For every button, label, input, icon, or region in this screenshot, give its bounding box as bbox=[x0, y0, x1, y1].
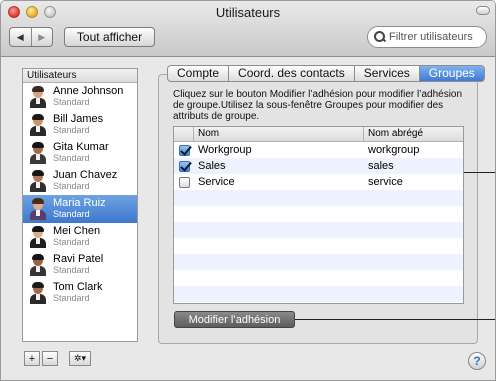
user-role: Standard bbox=[53, 237, 90, 247]
search-input[interactable] bbox=[389, 31, 485, 43]
tab-coord-des-contacts[interactable]: Coord. des contacts bbox=[229, 66, 355, 81]
checkbox-column-header bbox=[174, 127, 194, 141]
membership-checkbox[interactable] bbox=[178, 144, 190, 156]
user-name: Maria Ruiz bbox=[53, 197, 106, 209]
user-list-item[interactable]: Bill James Standard bbox=[23, 111, 137, 139]
groups-table: Nom Nom abrégé Workgroup workgroup Sales sa… bbox=[173, 126, 464, 304]
group-name: Service bbox=[198, 176, 235, 188]
table-row[interactable]: Sales sales bbox=[174, 158, 463, 174]
tab-bar: Compte Coord. des contacts Services Groupes bbox=[167, 65, 485, 82]
short-name-column-header[interactable]: Nom abrégé bbox=[364, 127, 463, 141]
search-icon bbox=[374, 31, 386, 43]
user-list-item[interactable]: Ravi Patel Standard bbox=[23, 251, 137, 279]
user-role: Standard bbox=[53, 209, 90, 219]
table-row bbox=[174, 238, 463, 254]
group-short-name: service bbox=[368, 176, 403, 188]
title-bar: Utilisateurs ◀ ▶ Tout afficher bbox=[1, 1, 495, 57]
show-all-button[interactable]: Tout afficher bbox=[64, 27, 155, 47]
user-list-header: Utilisateurs bbox=[23, 69, 137, 83]
action-menu-button[interactable]: ✲▾ bbox=[69, 351, 91, 366]
search-field[interactable] bbox=[367, 26, 487, 48]
user-rows: Anne Johnson Standard Bill James Standard Gi… bbox=[23, 83, 137, 307]
table-row[interactable]: Workgroup workgroup bbox=[174, 142, 463, 158]
membership-checkbox[interactable] bbox=[178, 160, 190, 172]
user-name: Anne Johnson bbox=[53, 85, 124, 97]
user-list-item[interactable]: Juan Chavez Standard bbox=[23, 167, 137, 195]
forward-arrow-icon[interactable]: ▶ bbox=[30, 28, 53, 46]
user-list-item[interactable]: Anne Johnson Standard bbox=[23, 83, 137, 111]
table-row[interactable]: Service service bbox=[174, 174, 463, 190]
user-list: Utilisateurs Anne Johnson Standard Bill Ja… bbox=[22, 68, 138, 342]
groups-table-body: Workgroup workgroup Sales sales Service servi… bbox=[174, 142, 463, 302]
group-short-name: sales bbox=[368, 160, 394, 172]
help-button[interactable]: ? bbox=[468, 352, 486, 370]
name-column-header[interactable]: Nom bbox=[194, 127, 364, 141]
window-title: Utilisateurs bbox=[215, 5, 281, 20]
table-row bbox=[174, 270, 463, 286]
back-forward-control: ◀ ▶ bbox=[9, 27, 53, 47]
user-list-item[interactable]: Mei Chen Standard bbox=[23, 223, 137, 251]
user-list-item[interactable]: Maria Ruiz Standard bbox=[23, 195, 137, 223]
groups-table-header: Nom Nom abrégé bbox=[174, 127, 463, 142]
tab-services[interactable]: Services bbox=[355, 66, 420, 81]
avatar bbox=[29, 170, 47, 192]
back-arrow-icon[interactable]: ◀ bbox=[10, 28, 31, 46]
group-name: Sales bbox=[198, 160, 226, 172]
user-name: Mei Chen bbox=[53, 225, 101, 237]
table-row bbox=[174, 286, 463, 302]
table-row bbox=[174, 206, 463, 222]
remove-user-button[interactable]: − bbox=[42, 351, 58, 366]
avatar bbox=[29, 114, 47, 136]
user-role: Standard bbox=[53, 97, 90, 107]
user-role: Standard bbox=[53, 125, 90, 135]
groups-instructions: Cliquez sur le bouton Modifier l’adhésio… bbox=[173, 89, 463, 122]
user-role: Standard bbox=[53, 181, 90, 191]
callout-line bbox=[295, 319, 495, 320]
group-short-name: workgroup bbox=[368, 144, 420, 156]
tab-compte[interactable]: Compte bbox=[168, 66, 230, 81]
callout-line bbox=[464, 172, 495, 173]
toolbar-toggle-button[interactable] bbox=[476, 6, 490, 15]
user-role: Standard bbox=[53, 153, 90, 163]
avatar bbox=[29, 86, 47, 108]
users-window: Utilisateurs ◀ ▶ Tout afficher Utilisate… bbox=[0, 0, 496, 381]
avatar bbox=[29, 142, 47, 164]
user-role: Standard bbox=[53, 293, 90, 303]
add-user-button[interactable]: + bbox=[24, 351, 40, 366]
tab-groupes[interactable]: Groupes bbox=[419, 66, 484, 81]
avatar bbox=[29, 226, 47, 248]
table-row bbox=[174, 222, 463, 238]
user-name: Gita Kumar bbox=[53, 141, 109, 153]
user-list-item[interactable]: Tom Clark Standard bbox=[23, 279, 137, 307]
user-name: Ravi Patel bbox=[53, 253, 104, 265]
modify-membership-button[interactable]: Modifier l’adhésion bbox=[174, 311, 295, 328]
avatar bbox=[29, 254, 47, 276]
user-name: Bill James bbox=[53, 113, 104, 125]
group-name: Workgroup bbox=[198, 144, 252, 156]
user-role: Standard bbox=[53, 265, 90, 275]
table-row bbox=[174, 254, 463, 270]
avatar bbox=[29, 282, 47, 304]
user-name: Tom Clark bbox=[53, 281, 103, 293]
user-name: Juan Chavez bbox=[53, 169, 118, 181]
table-row bbox=[174, 190, 463, 206]
user-list-item[interactable]: Gita Kumar Standard bbox=[23, 139, 137, 167]
avatar bbox=[29, 198, 47, 220]
membership-checkbox[interactable] bbox=[178, 176, 190, 188]
